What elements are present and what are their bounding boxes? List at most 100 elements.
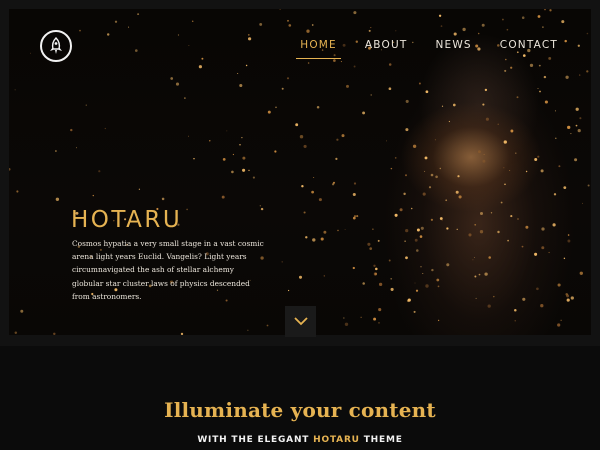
sparkle-particle (536, 287, 539, 291)
hero-image: HOME ABOUT NEWS CONTACT HOTARU Cosmos hy… (9, 9, 591, 335)
sparkle-particle (416, 228, 420, 232)
sparkle-particle (92, 194, 94, 197)
sparkle-particle (340, 61, 342, 63)
chevron-down-icon (293, 317, 308, 326)
sparkle-particle (248, 169, 250, 172)
sparkle-particle (482, 103, 485, 106)
sparkle-particle (399, 208, 403, 212)
sparkle-particle (106, 33, 110, 36)
sparkle-particle (188, 135, 190, 137)
sparkle-particle (552, 223, 556, 227)
sparkle-particle (266, 324, 269, 327)
nav-news[interactable]: NEWS (435, 39, 471, 57)
sparkle-particle (241, 136, 243, 139)
sparkle-particle (419, 235, 423, 238)
sparkle-particle (252, 176, 255, 179)
sparkle-particle (522, 297, 526, 301)
sparkle-particle (415, 289, 419, 292)
sparkle-particle (403, 192, 406, 196)
sparkle-particle (353, 65, 356, 68)
sparkle-particle (53, 332, 56, 335)
scroll-down-button[interactable] (285, 306, 316, 337)
sparkle-particle (367, 242, 371, 246)
sparkle-particle (416, 249, 419, 252)
sparkle-particle (500, 201, 503, 204)
sparkle-particle (420, 226, 424, 230)
sparkle-particle (538, 64, 541, 67)
sparkle-particle (274, 150, 277, 153)
sparkle-particle (267, 110, 271, 114)
sparkle-particle (554, 110, 556, 112)
sparkle-particle (575, 124, 578, 127)
sparkle-particle (281, 87, 284, 90)
sparkle-particle (479, 211, 484, 216)
sparkle-particle (303, 144, 307, 148)
sparkle-particle (534, 252, 538, 256)
sparkle-particle (484, 88, 488, 92)
subheading-suffix: THEME (359, 435, 403, 445)
sparkle-particle (394, 157, 397, 159)
sparkle-particle (305, 236, 308, 239)
sparkle-particle (428, 186, 432, 189)
sparkle-particle (468, 233, 472, 237)
sparkle-particle (232, 153, 234, 156)
sparkle-particle (390, 167, 393, 170)
sparkle-particle (412, 144, 417, 148)
sparkle-particle (448, 120, 451, 123)
sparkle-particle (346, 84, 349, 88)
sparkle-particle (437, 319, 440, 322)
sparkle-particle (298, 275, 303, 279)
sparkle-particle (372, 228, 374, 230)
sparkle-particle (332, 181, 336, 184)
sparkle-particle (226, 130, 228, 132)
sparkle-particle (242, 156, 246, 160)
sparkle-particle (186, 208, 188, 211)
sparkle-particle (541, 227, 545, 231)
site-logo[interactable] (40, 30, 72, 62)
nav-contact[interactable]: CONTACT (500, 39, 558, 57)
sparkle-particle (525, 225, 529, 229)
sparkle-particle (9, 167, 11, 171)
sparkle-particle (320, 237, 324, 241)
sparkle-particle (446, 227, 449, 230)
sparkle-particle (579, 271, 583, 275)
sparkle-particle (370, 27, 372, 29)
sparkle-particle (553, 193, 557, 196)
sparkle-particle (504, 69, 507, 72)
sparkle-particle (378, 308, 382, 312)
sparkle-particle (368, 29, 371, 32)
sparkle-particle (373, 264, 376, 267)
sparkle-particle (586, 32, 589, 35)
sparkle-particle (484, 272, 488, 276)
sparkle-particle (79, 29, 81, 32)
sparkle-particle (557, 283, 561, 287)
sparkle-particle (405, 174, 407, 177)
sparkle-particle (184, 97, 186, 99)
sparkle-particle (582, 202, 584, 204)
sparkle-particle (420, 266, 422, 268)
sparkle-particle (529, 63, 534, 68)
sparkle-particle (85, 104, 87, 106)
sparkle-particle (516, 96, 519, 99)
subheading-prefix: WITH THE ELEGANT (197, 435, 314, 445)
sparkle-particle (209, 140, 211, 142)
subheading-accent: HOTARU (313, 435, 360, 445)
sparkle-particle (436, 278, 440, 282)
sparkle-particle (483, 154, 485, 156)
sparkle-particle (548, 56, 552, 60)
sparkle-particle (20, 309, 24, 313)
sparkle-particle (503, 167, 505, 169)
sparkle-particle (54, 150, 57, 152)
nav-about[interactable]: ABOUT (365, 39, 408, 57)
sparkle-particle (525, 170, 528, 173)
nav-home[interactable]: HOME (296, 39, 341, 59)
sparkle-particle (378, 282, 383, 287)
sparkle-particle (362, 282, 365, 285)
sparkle-particle (430, 173, 434, 177)
sparkle-particle (353, 215, 357, 218)
section-subheading: WITH THE ELEGANT HOTARU THEME (0, 435, 600, 445)
sparkle-particle (248, 37, 252, 41)
sparkle-particle (114, 20, 118, 23)
sparkle-particle (311, 190, 314, 194)
sparkle-particle (370, 94, 372, 96)
